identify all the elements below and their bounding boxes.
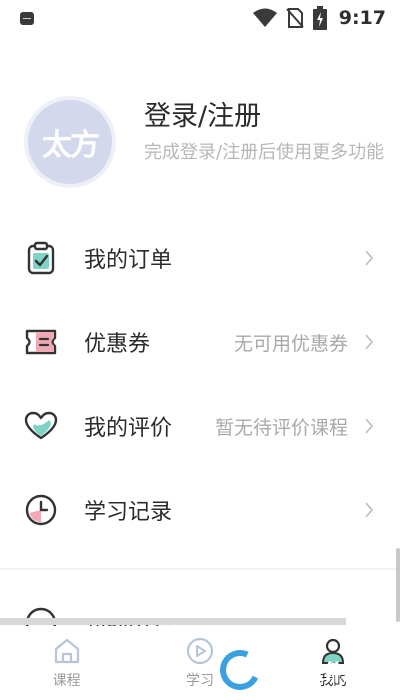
menu-item-label: 我的订单 xyxy=(84,248,173,273)
heart-icon xyxy=(24,409,58,443)
chevron-right-icon xyxy=(365,418,374,434)
scroll-overlay-bar xyxy=(0,618,346,625)
clipboard-check-icon xyxy=(24,241,58,275)
status-left xyxy=(20,11,253,25)
login-register-subtitle: 完成登录/注册后使用更多功能 xyxy=(144,142,385,163)
menu-list: 我的订单 优惠券 无可用优惠券 我的评价 暂无待评价课程 学习记录 xyxy=(0,216,400,552)
chevron-right-icon xyxy=(365,334,374,350)
menu-item-study-history[interactable]: 学习记录 xyxy=(0,468,400,552)
app-notification-icon xyxy=(20,11,34,25)
menu-item-value: 暂无待评价课程 xyxy=(214,416,348,439)
menu-item-value: 无可用优惠券 xyxy=(233,332,348,355)
chevron-right-icon xyxy=(365,502,374,518)
watermark-text-2: 软件园 xyxy=(304,659,365,684)
watermark-logo: 西西 软件园 xyxy=(214,644,400,696)
profile-header[interactable]: 太方 登录/注册 完成登录/注册后使用更多功能 xyxy=(0,92,400,192)
menu-item-label: 学习记录 xyxy=(84,500,173,525)
watermark-text: 西西 xyxy=(256,659,298,684)
chevron-right-icon xyxy=(365,250,374,266)
coupon-ticket-icon xyxy=(24,325,58,359)
tab-label: 学习 xyxy=(185,673,214,689)
menu-item-label: 优惠券 xyxy=(84,332,151,357)
section-divider xyxy=(0,568,400,570)
menu-item-coupons[interactable]: 优惠券 无可用优惠券 xyxy=(0,300,400,384)
menu-item-reviews[interactable]: 我的评价 暂无待评价课程 xyxy=(0,384,400,468)
login-register-title[interactable]: 登录/注册 xyxy=(144,94,261,133)
status-right: 9:17 xyxy=(252,6,386,30)
watermark-c-icon xyxy=(214,644,266,696)
avatar-text: 太方 xyxy=(42,128,100,163)
battery-charging-icon xyxy=(312,6,327,30)
tab-label: 课程 xyxy=(52,673,81,689)
menu-item-label: 我的评价 xyxy=(84,416,173,441)
wifi-icon xyxy=(252,8,277,27)
status-time: 9:17 xyxy=(338,7,386,29)
tab-courses[interactable]: 课程 xyxy=(0,626,133,700)
menu-item-orders[interactable]: 我的订单 xyxy=(0,216,400,300)
play-circle-icon xyxy=(186,637,214,665)
no-sim-icon xyxy=(285,8,304,28)
home-icon xyxy=(54,638,79,664)
scrollbar[interactable] xyxy=(396,548,400,622)
clock-icon xyxy=(24,493,58,527)
status-bar: 9:17 xyxy=(0,0,400,36)
avatar[interactable]: 太方 xyxy=(24,96,116,188)
